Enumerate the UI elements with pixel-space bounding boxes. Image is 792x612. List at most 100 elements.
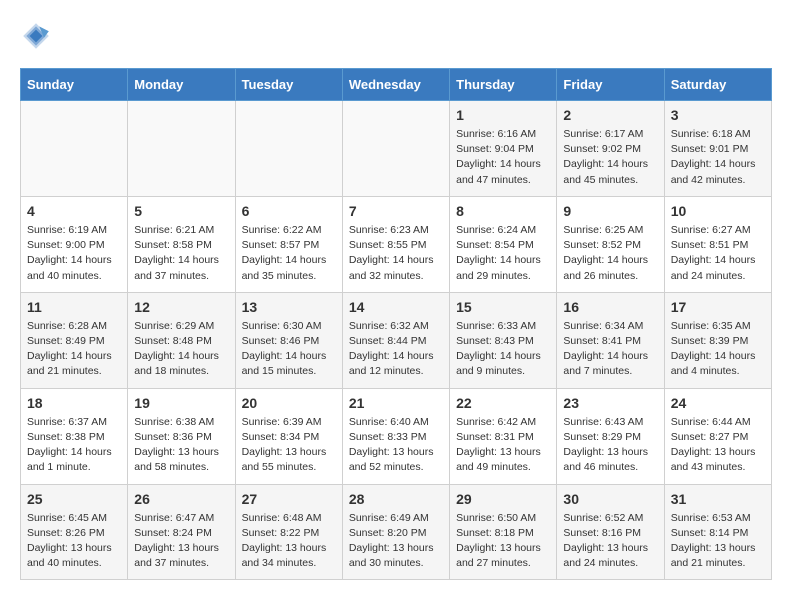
header-friday: Friday [557,69,664,101]
day-info: Sunrise: 6:40 AM Sunset: 8:33 PM Dayligh… [349,415,443,476]
day-number: 29 [456,491,550,507]
day-number: 24 [671,395,765,411]
day-number: 13 [242,299,336,315]
day-info: Sunrise: 6:48 AM Sunset: 8:22 PM Dayligh… [242,511,336,572]
calendar-cell: 14Sunrise: 6:32 AM Sunset: 8:44 PM Dayli… [342,292,449,388]
day-number: 17 [671,299,765,315]
day-info: Sunrise: 6:53 AM Sunset: 8:14 PM Dayligh… [671,511,765,572]
calendar-cell: 16 Sunrise: 6:34 AM Sunset: 8:41 PM Dayli… [557,292,664,388]
header-thursday: Thursday [450,69,557,101]
day-number: 15 [456,299,550,315]
day-number: 28 [349,491,443,507]
calendar-cell: 21 Sunrise: 6:40 AM Sunset: 8:33 PM Dayli… [342,388,449,484]
day-info: Sunrise: 6:23 AM Sunset: 8:55 PM Dayligh… [349,223,443,284]
calendar-cell: 24 Sunrise: 6:44 AM Sunset: 8:27 PM Dayli… [664,388,771,484]
calendar-header: SundayMondayTuesdayWednesdayThursdayFrid… [21,69,772,101]
day-number: 6 [242,203,336,219]
day-info: Sunrise: 6:34 AM Sunset: 8:41 PM Dayligh… [563,319,657,380]
day-info: Sunrise: 6:16 AM Sunset: 9:04 PM Dayligh… [456,127,550,188]
day-number: 22 [456,395,550,411]
calendar-cell: 27 Sunrise: 6:48 AM Sunset: 8:22 PM Dayli… [235,484,342,580]
day-info: Sunrise: 6:24 AM Sunset: 8:54 PM Dayligh… [456,223,550,284]
calendar-cell: 25 Sunrise: 6:45 AM Sunset: 8:26 PM Dayli… [21,484,128,580]
calendar-table: SundayMondayTuesdayWednesdayThursdayFrid… [20,68,772,580]
calendar-cell: 13 Sunrise: 6:30 AM Sunset: 8:46 PM Dayli… [235,292,342,388]
calendar-cell [21,101,128,197]
day-info: Sunrise: 6:17 AM Sunset: 9:02 PM Dayligh… [563,127,657,188]
calendar-cell: 8Sunrise: 6:24 AM Sunset: 8:54 PM Daylig… [450,196,557,292]
day-info: Sunrise: 6:50 AM Sunset: 8:18 PM Dayligh… [456,511,550,572]
calendar-cell: 15 Sunrise: 6:33 AM Sunset: 8:43 PM Dayli… [450,292,557,388]
calendar-cell: 1 Sunrise: 6:16 AM Sunset: 9:04 PM Daylig… [450,101,557,197]
calendar-cell: 2 Sunrise: 6:17 AM Sunset: 9:02 PM Daylig… [557,101,664,197]
day-number: 30 [563,491,657,507]
day-number: 1 [456,107,550,123]
day-info: Sunrise: 6:42 AM Sunset: 8:31 PM Dayligh… [456,415,550,476]
calendar-cell: 30 Sunrise: 6:52 AM Sunset: 8:16 PM Dayli… [557,484,664,580]
calendar-body: 1 Sunrise: 6:16 AM Sunset: 9:04 PM Daylig… [21,101,772,580]
day-number: 23 [563,395,657,411]
calendar-cell: 23 Sunrise: 6:43 AM Sunset: 8:29 PM Dayli… [557,388,664,484]
day-info: Sunrise: 6:28 AM Sunset: 8:49 PM Dayligh… [27,319,121,380]
day-info: Sunrise: 6:52 AM Sunset: 8:16 PM Dayligh… [563,511,657,572]
calendar-cell: 6 Sunrise: 6:22 AM Sunset: 8:57 PM Daylig… [235,196,342,292]
logo-icon [20,20,52,52]
calendar-week-row: 11 Sunrise: 6:28 AM Sunset: 8:49 PM Dayli… [21,292,772,388]
header-tuesday: Tuesday [235,69,342,101]
day-number: 21 [349,395,443,411]
header-wednesday: Wednesday [342,69,449,101]
day-number: 9 [563,203,657,219]
calendar-cell: 18 Sunrise: 6:37 AM Sunset: 8:38 PM Dayli… [21,388,128,484]
calendar-cell: 20 Sunrise: 6:39 AM Sunset: 8:34 PM Dayli… [235,388,342,484]
day-info: Sunrise: 6:18 AM Sunset: 9:01 PM Dayligh… [671,127,765,188]
day-info: Sunrise: 6:19 AM Sunset: 9:00 PM Dayligh… [27,223,121,284]
day-info: Sunrise: 6:25 AM Sunset: 8:52 PM Dayligh… [563,223,657,284]
day-number: 27 [242,491,336,507]
day-info: Sunrise: 6:47 AM Sunset: 8:24 PM Dayligh… [134,511,228,572]
day-info: Sunrise: 6:45 AM Sunset: 8:26 PM Dayligh… [27,511,121,572]
calendar-week-row: 1 Sunrise: 6:16 AM Sunset: 9:04 PM Daylig… [21,101,772,197]
calendar-cell: 3 Sunrise: 6:18 AM Sunset: 9:01 PM Daylig… [664,101,771,197]
day-info: Sunrise: 6:35 AM Sunset: 8:39 PM Dayligh… [671,319,765,380]
day-info: Sunrise: 6:39 AM Sunset: 8:34 PM Dayligh… [242,415,336,476]
day-number: 7 [349,203,443,219]
day-info: Sunrise: 6:29 AM Sunset: 8:48 PM Dayligh… [134,319,228,380]
calendar-cell: 29 Sunrise: 6:50 AM Sunset: 8:18 PM Dayli… [450,484,557,580]
calendar-cell [235,101,342,197]
header-row: SundayMondayTuesdayWednesdayThursdayFrid… [21,69,772,101]
logo [20,20,56,52]
header-saturday: Saturday [664,69,771,101]
day-info: Sunrise: 6:21 AM Sunset: 8:58 PM Dayligh… [134,223,228,284]
calendar-cell: 22 Sunrise: 6:42 AM Sunset: 8:31 PM Dayli… [450,388,557,484]
day-number: 2 [563,107,657,123]
calendar-cell: 31 Sunrise: 6:53 AM Sunset: 8:14 PM Dayli… [664,484,771,580]
day-number: 31 [671,491,765,507]
day-number: 3 [671,107,765,123]
calendar-week-row: 4 Sunrise: 6:19 AM Sunset: 9:00 PM Daylig… [21,196,772,292]
day-number: 25 [27,491,121,507]
day-number: 19 [134,395,228,411]
day-number: 20 [242,395,336,411]
day-number: 12 [134,299,228,315]
calendar-cell: 11 Sunrise: 6:28 AM Sunset: 8:49 PM Dayli… [21,292,128,388]
day-info: Sunrise: 6:37 AM Sunset: 8:38 PM Dayligh… [27,415,121,476]
day-info: Sunrise: 6:30 AM Sunset: 8:46 PM Dayligh… [242,319,336,380]
calendar-cell: 4 Sunrise: 6:19 AM Sunset: 9:00 PM Daylig… [21,196,128,292]
day-info: Sunrise: 6:38 AM Sunset: 8:36 PM Dayligh… [134,415,228,476]
header-monday: Monday [128,69,235,101]
day-info: Sunrise: 6:33 AM Sunset: 8:43 PM Dayligh… [456,319,550,380]
day-info: Sunrise: 6:22 AM Sunset: 8:57 PM Dayligh… [242,223,336,284]
calendar-cell: 28Sunrise: 6:49 AM Sunset: 8:20 PM Dayli… [342,484,449,580]
calendar-cell: 10Sunrise: 6:27 AM Sunset: 8:51 PM Dayli… [664,196,771,292]
day-info: Sunrise: 6:44 AM Sunset: 8:27 PM Dayligh… [671,415,765,476]
day-number: 18 [27,395,121,411]
day-number: 16 [563,299,657,315]
day-number: 4 [27,203,121,219]
calendar-cell: 26Sunrise: 6:47 AM Sunset: 8:24 PM Dayli… [128,484,235,580]
page-header [20,20,772,52]
day-info: Sunrise: 6:32 AM Sunset: 8:44 PM Dayligh… [349,319,443,380]
day-number: 5 [134,203,228,219]
calendar-cell [128,101,235,197]
day-number: 11 [27,299,121,315]
day-info: Sunrise: 6:43 AM Sunset: 8:29 PM Dayligh… [563,415,657,476]
